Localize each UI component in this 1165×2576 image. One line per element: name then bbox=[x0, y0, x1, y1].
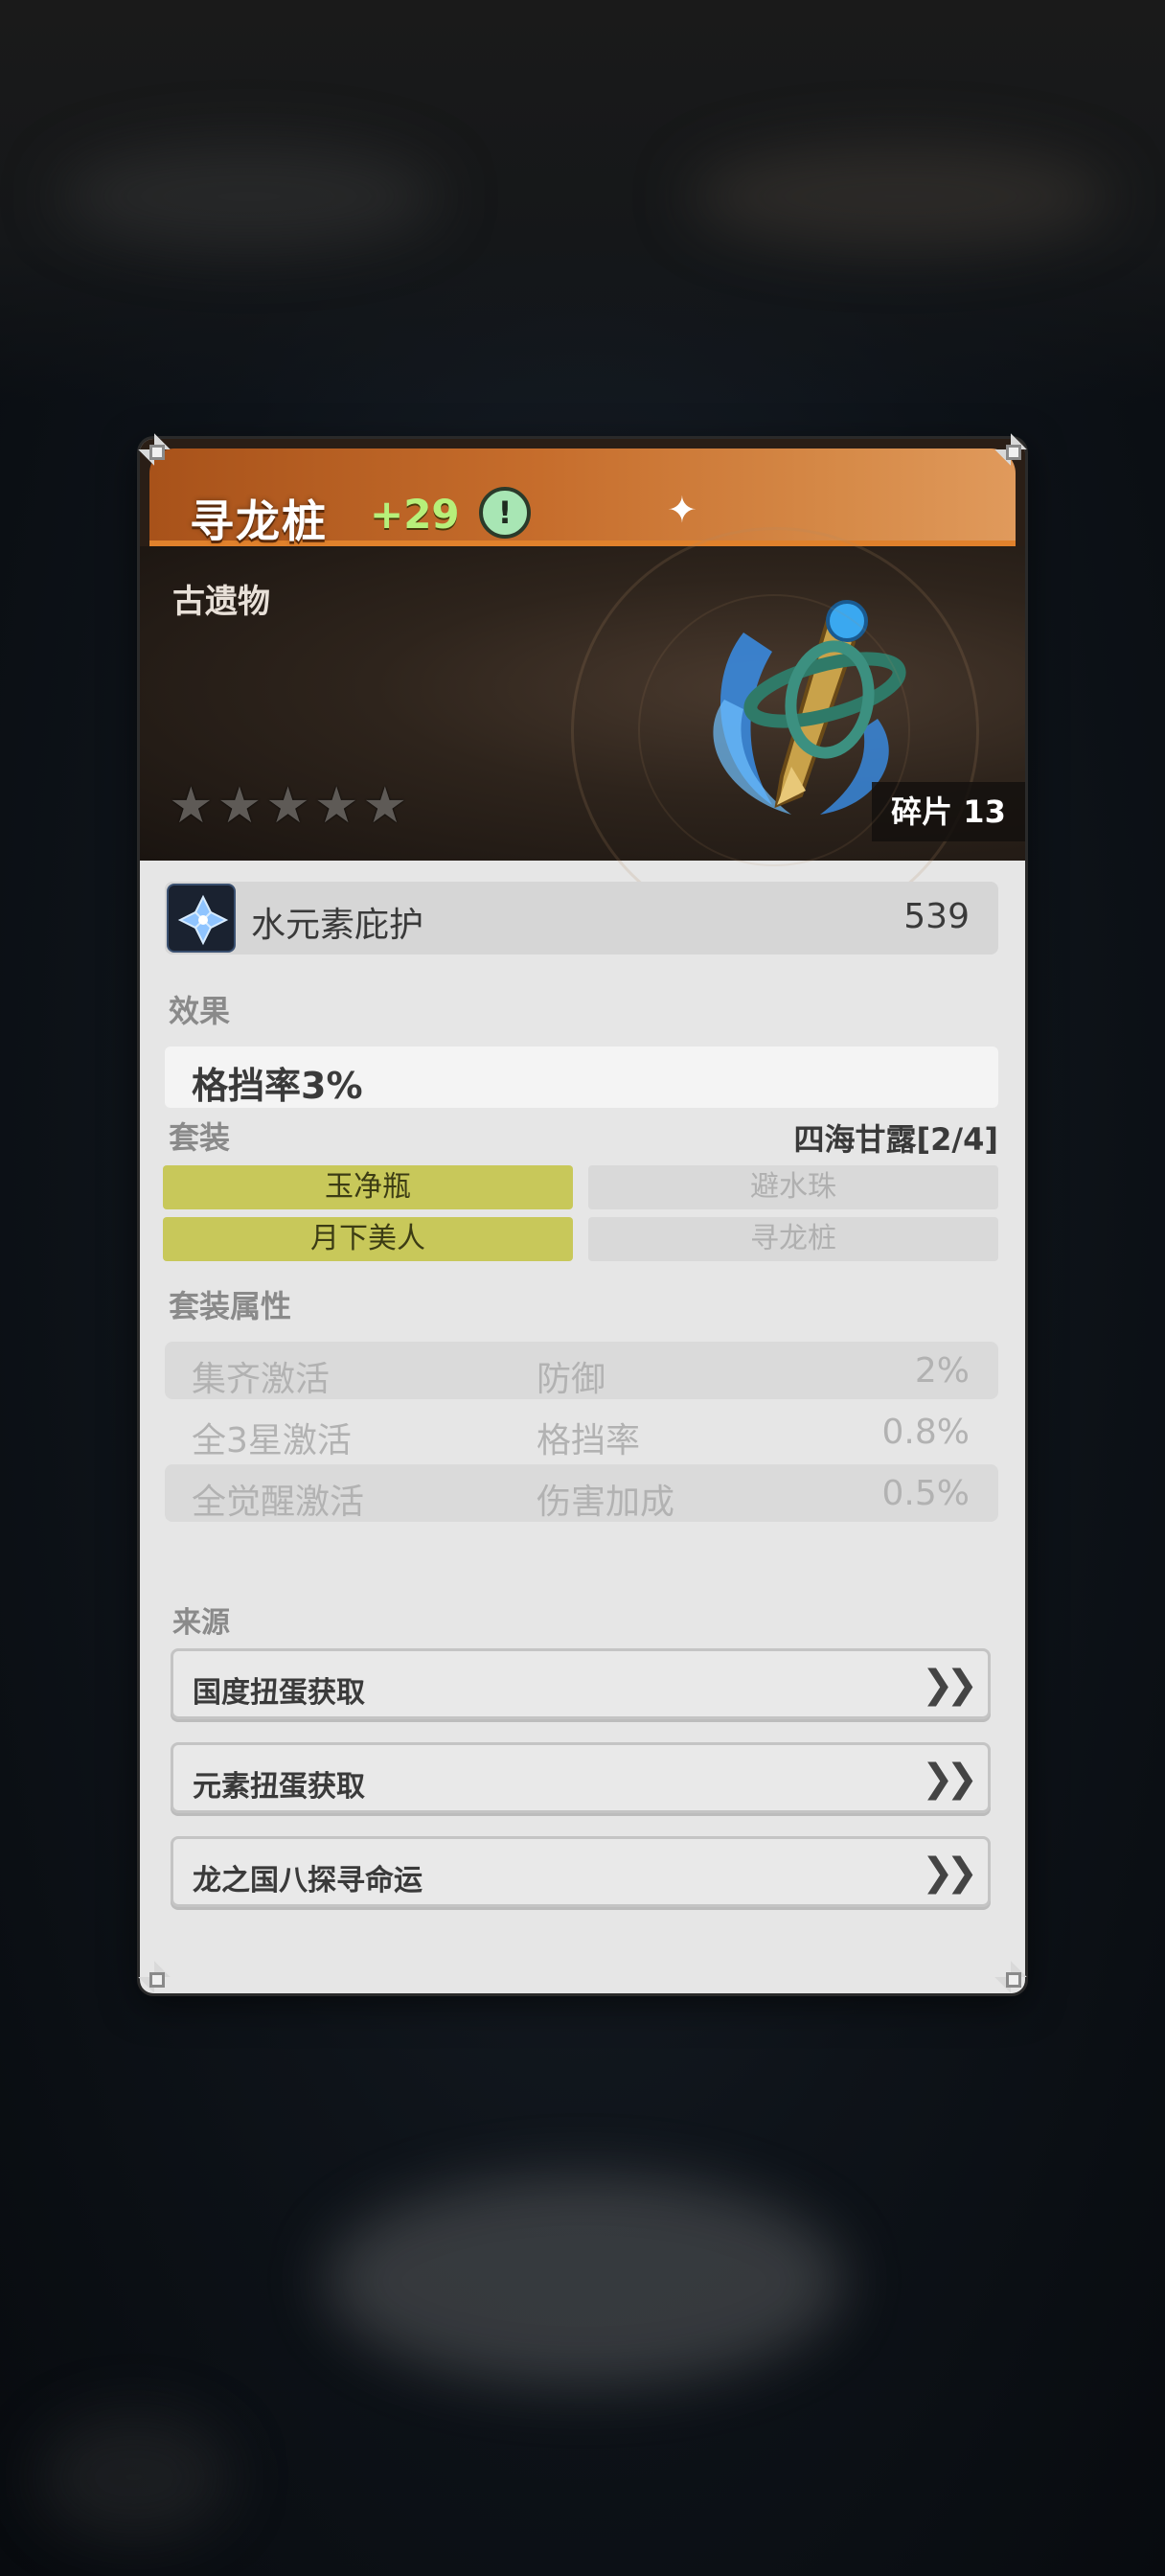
relic-stake-icon bbox=[713, 600, 906, 815]
water-element-icon bbox=[167, 884, 236, 953]
card-corner-ornament bbox=[136, 1959, 172, 1995]
effect-text: 格挡率3% bbox=[192, 1065, 363, 1107]
effect-label: 效果 bbox=[169, 993, 231, 1029]
bonus-condition: 集齐激活 bbox=[192, 1360, 331, 1399]
bonus-attribute: 防御 bbox=[537, 1360, 606, 1399]
fragment-count: 碎片 13 bbox=[872, 782, 1025, 841]
sparkle-icon: ✦ bbox=[667, 489, 697, 531]
bonus-condition: 全3星激活 bbox=[192, 1421, 352, 1460]
bonus-value: 2% bbox=[914, 1351, 970, 1391]
set-bonus-row: 集齐激活 防御 2% bbox=[165, 1342, 998, 1399]
source-label: 国度扭蛋获取 bbox=[193, 1676, 365, 1710]
main-stat-row: 水元素庇护 539 bbox=[165, 882, 998, 954]
bonus-attribute: 伤害加成 bbox=[537, 1483, 675, 1522]
relic-detail-card: 寻龙桩 +29 ! ✦ 古遗物 ★ ★ ★ ★ ★ 碎片 13 水元素庇护 53… bbox=[140, 439, 1025, 1993]
item-name: 寻龙桩 bbox=[190, 495, 328, 547]
star-rating: ★ ★ ★ ★ ★ bbox=[169, 778, 407, 834]
info-icon[interactable]: ! bbox=[479, 487, 531, 539]
card-corner-ornament bbox=[993, 1959, 1029, 1995]
card-corner-ornament bbox=[136, 431, 172, 468]
card-header: 寻龙桩 +29 ! ✦ bbox=[140, 439, 1025, 547]
set-name: 四海甘露[2/4] bbox=[793, 1121, 998, 1158]
card-corner-ornament bbox=[993, 431, 1029, 468]
source-label: 龙之国八探寻命运 bbox=[193, 1864, 423, 1898]
card-body: 水元素庇护 539 效果 格挡率3% 套装 四海甘露[2/4] 玉净瓶 避水珠 … bbox=[140, 861, 1025, 1993]
double-chevron-right-icon: ❯❯ bbox=[921, 1757, 978, 1801]
source-button-country-gacha[interactable]: 国度扭蛋获取 ❯❯ bbox=[171, 1648, 991, 1719]
effect-box: 格挡率3% bbox=[165, 1046, 998, 1108]
bonus-value: 0.8% bbox=[881, 1413, 970, 1452]
set-bonus-row: 全3星激活 格挡率 0.8% bbox=[165, 1403, 998, 1460]
set-label: 套装 bbox=[169, 1119, 231, 1156]
source-button-element-gacha[interactable]: 元素扭蛋获取 ❯❯ bbox=[171, 1742, 991, 1813]
double-chevron-right-icon: ❯❯ bbox=[921, 1851, 978, 1895]
set-bonus-label: 套装属性 bbox=[169, 1288, 292, 1324]
background-blur bbox=[326, 2175, 843, 2386]
star-icon: ★ bbox=[217, 777, 263, 835]
set-piece: 避水珠 bbox=[588, 1165, 998, 1209]
background-blur bbox=[57, 144, 441, 249]
background-blur bbox=[690, 144, 1111, 249]
source-button-dragon-fate[interactable]: 龙之国八探寻命运 ❯❯ bbox=[171, 1836, 991, 1907]
background-blur bbox=[38, 2415, 230, 2540]
set-piece: 月下美人 bbox=[163, 1217, 573, 1261]
title-bar: 寻龙桩 +29 ! ✦ bbox=[149, 448, 1016, 547]
set-piece: 玉净瓶 bbox=[163, 1165, 573, 1209]
main-stat-value: 539 bbox=[903, 897, 970, 936]
star-icon: ★ bbox=[169, 777, 214, 835]
item-category: 古遗物 bbox=[172, 583, 270, 621]
set-piece: 寻龙桩 bbox=[588, 1217, 998, 1261]
source-label: 元素扭蛋获取 bbox=[193, 1770, 365, 1804]
bonus-attribute: 格挡率 bbox=[537, 1421, 641, 1460]
set-bonus-row: 全觉醒激活 伤害加成 0.5% bbox=[165, 1464, 998, 1522]
star-icon: ★ bbox=[265, 777, 310, 835]
bonus-value: 0.5% bbox=[881, 1474, 970, 1513]
item-level: +29 bbox=[370, 491, 460, 538]
double-chevron-right-icon: ❯❯ bbox=[921, 1663, 978, 1707]
item-banner: 古遗物 ★ ★ ★ ★ ★ 碎片 13 bbox=[140, 527, 1025, 935]
bonus-condition: 全觉醒激活 bbox=[192, 1483, 365, 1522]
main-stat-name: 水元素庇护 bbox=[251, 906, 424, 945]
star-icon: ★ bbox=[362, 777, 408, 835]
sources-label: 来源 bbox=[172, 1606, 230, 1640]
star-icon: ★ bbox=[313, 777, 359, 835]
